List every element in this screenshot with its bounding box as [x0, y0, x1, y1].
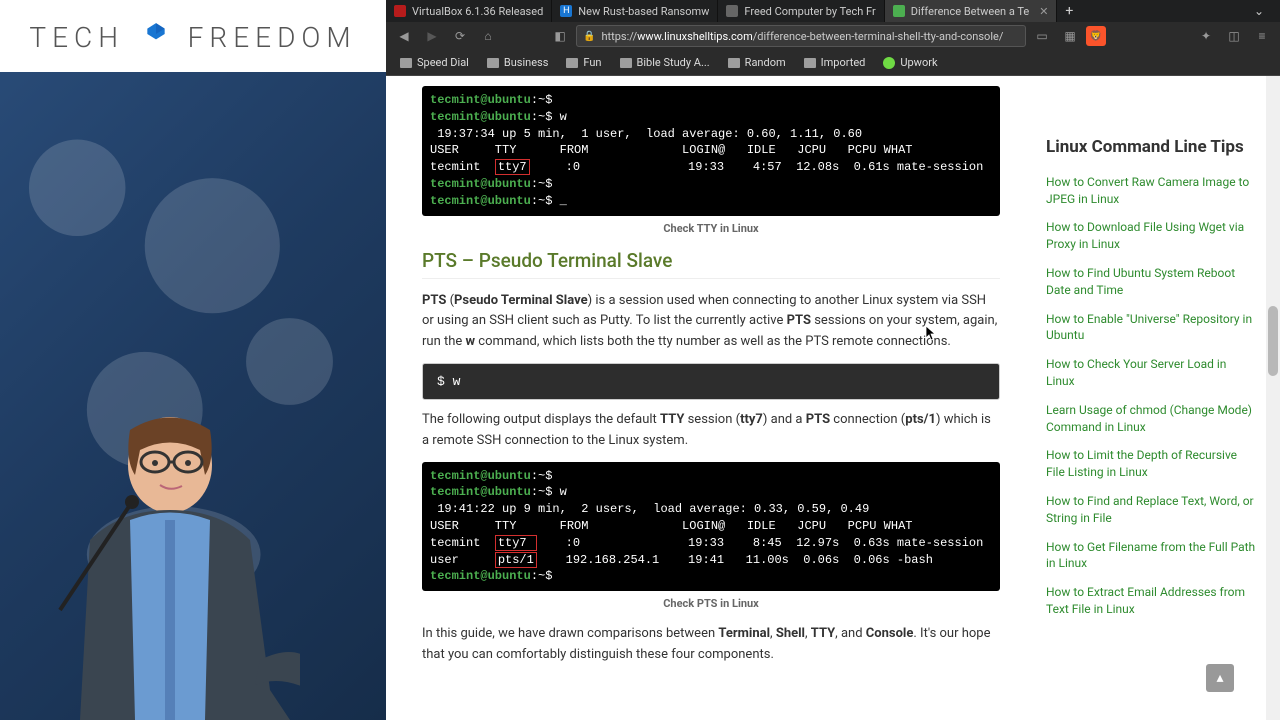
folder-icon	[728, 58, 740, 68]
sidebar-tips: Linux Command Line Tips How to Convert R…	[1046, 136, 1256, 630]
scrollbar-track[interactable]	[1266, 76, 1280, 720]
bookmark-upwork[interactable]: Upwork	[875, 53, 945, 72]
sidebar-link-9[interactable]: How to Extract Email Addresses from Text…	[1046, 584, 1256, 618]
terminal-output-2: tecmint@ubuntu:~$ tecmint@ubuntu:~$ w 19…	[422, 462, 1000, 592]
sidebar-link-6[interactable]: How to Limit the Depth of Recursive File…	[1046, 447, 1256, 481]
sidebar-link-1[interactable]: How to Download File Using Wget via Prox…	[1046, 219, 1256, 253]
menu-button[interactable]: ≡	[1250, 24, 1274, 48]
tab-1[interactable]: H New Rust-based Ransomw	[552, 0, 718, 22]
sidebar-link-7[interactable]: How to Find and Replace Text, Word, or S…	[1046, 493, 1256, 527]
upwork-icon	[883, 57, 895, 69]
sidebar-link-4[interactable]: How to Check Your Server Load in Linux	[1046, 356, 1256, 390]
folder-icon	[804, 58, 816, 68]
tab-title: Freed Computer by Tech Fr	[744, 5, 875, 18]
sidebar-link-3[interactable]: How to Enable "Universe" Repository in U…	[1046, 311, 1256, 345]
tab-bar: VirtualBox 6.1.36 Released H New Rust-bas…	[386, 0, 1280, 22]
favicon	[726, 5, 738, 17]
back-button[interactable]: ◀	[392, 24, 416, 48]
home-button[interactable]: ⌂	[476, 24, 500, 48]
folder-icon	[400, 58, 412, 68]
logo-area: TECH FREEDOM	[0, 0, 386, 72]
bookmark-speed-dial[interactable]: Speed Dial	[392, 53, 477, 72]
paragraph-1: PTS (Pseudo Terminal Slave) is a session…	[422, 291, 1000, 353]
tab-title: VirtualBox 6.1.36 Released	[412, 5, 543, 18]
folder-icon	[620, 58, 632, 68]
sidebar-link-8[interactable]: How to Get Filename from the Full Path i…	[1046, 539, 1256, 573]
heading-pts: PTS – Pseudo Terminal Slave	[422, 249, 1000, 279]
sidebar-link-5[interactable]: Learn Usage of chmod (Change Mode) Comma…	[1046, 402, 1256, 436]
browser-window: VirtualBox 6.1.36 Released H New Rust-bas…	[386, 0, 1280, 720]
sidebar-button[interactable]: ◧	[548, 24, 572, 48]
logo-icon	[141, 19, 171, 49]
close-icon[interactable]: ✕	[1039, 5, 1048, 18]
url-text: https://www.linuxshelltips.com/differenc…	[601, 30, 1003, 43]
lock-icon: 🔒	[583, 31, 595, 42]
folder-icon	[566, 58, 578, 68]
tab-list-button[interactable]: ⌄	[1246, 4, 1272, 18]
favicon	[893, 5, 905, 17]
bookmark-bible[interactable]: Bible Study A...	[612, 53, 718, 72]
tab-3-active[interactable]: Difference Between a Te ✕	[885, 0, 1058, 22]
tab-2[interactable]: Freed Computer by Tech Fr	[718, 0, 884, 22]
presenter-figure	[20, 410, 300, 720]
bookmark-random[interactable]: Random	[720, 53, 794, 72]
sidebar-link-2[interactable]: How to Find Ubuntu System Reboot Date an…	[1046, 265, 1256, 299]
extensions-button[interactable]: ✦	[1194, 24, 1218, 48]
tab-0[interactable]: VirtualBox 6.1.36 Released	[386, 0, 552, 22]
bookmarks-bar: Speed Dial Business Fun Bible Study A...…	[386, 50, 1280, 76]
paragraph-3: In this guide, we have drawn comparisons…	[422, 624, 1000, 666]
dashboard-button[interactable]: ▦	[1058, 24, 1082, 48]
paragraph-2: The following output displays the defaul…	[422, 410, 1000, 452]
url-bar[interactable]: 🔒 https://www.linuxshelltips.com/differe…	[576, 25, 1026, 47]
code-block-w: $ w	[422, 363, 1000, 400]
folder-icon	[487, 58, 499, 68]
reader-button[interactable]: ▭	[1030, 24, 1054, 48]
page-content: tecmint@ubuntu:~$ tecmint@ubuntu:~$ w 19…	[386, 76, 1280, 720]
favicon	[394, 5, 406, 17]
terminal-output-1: tecmint@ubuntu:~$ tecmint@ubuntu:~$ w 19…	[422, 86, 1000, 216]
video-overlay-panel: TECH FREEDOM	[0, 0, 386, 720]
nav-toolbar: ◀ ▶ ⟳ ⌂ ◧ 🔒 https://www.linuxshelltips.c…	[386, 22, 1280, 50]
scrollbar-thumb[interactable]	[1268, 306, 1278, 376]
sidetabs-button[interactable]: ◫	[1222, 24, 1246, 48]
logo-text: TECH FREEDOM	[29, 19, 356, 54]
caption-2: Check PTS in Linux	[422, 597, 1000, 610]
caption-1: Check TTY in Linux	[422, 222, 1000, 235]
tab-title: Difference Between a Te	[911, 5, 1029, 18]
scroll-to-top-button[interactable]: ▴	[1206, 664, 1234, 692]
bookmark-imported[interactable]: Imported	[796, 53, 874, 72]
sidebar-link-0[interactable]: How to Convert Raw Camera Image to JPEG …	[1046, 174, 1256, 208]
favicon: H	[560, 5, 572, 17]
new-tab-button[interactable]: +	[1057, 3, 1081, 19]
forward-button[interactable]: ▶	[420, 24, 444, 48]
bookmark-fun[interactable]: Fun	[558, 53, 609, 72]
sidebar-title: Linux Command Line Tips	[1046, 136, 1256, 160]
tab-title: New Rust-based Ransomw	[578, 5, 709, 18]
reload-button[interactable]: ⟳	[448, 24, 472, 48]
bookmark-business[interactable]: Business	[479, 53, 557, 72]
article-body: tecmint@ubuntu:~$ tecmint@ubuntu:~$ w 19…	[386, 76, 1036, 696]
brave-shields-button[interactable]: 🦁	[1086, 26, 1106, 46]
